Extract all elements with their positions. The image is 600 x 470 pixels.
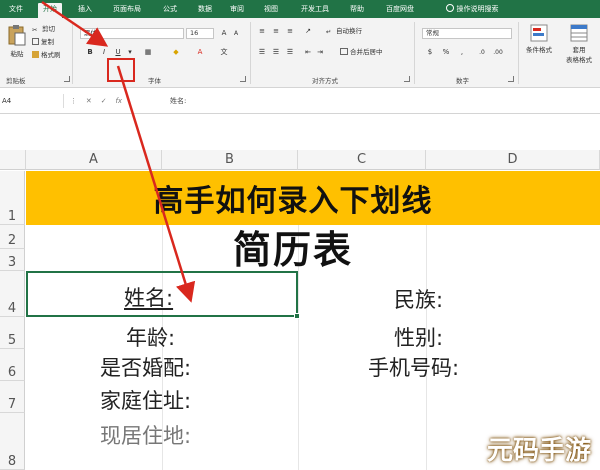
arrow-to-underline [41,0,109,47]
arrow-to-cell [116,65,196,303]
annotation-arrows [41,0,196,303]
watermark: 元码手游网 [486,436,591,466]
